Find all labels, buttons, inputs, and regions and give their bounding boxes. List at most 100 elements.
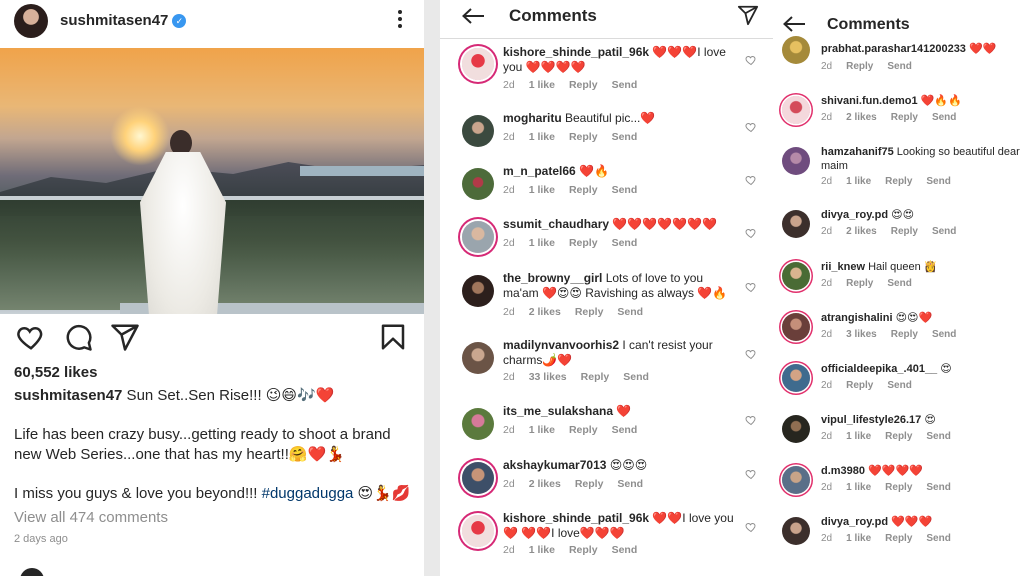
like-heart-icon[interactable] — [745, 348, 757, 360]
comment-likes[interactable]: 1 like — [846, 176, 871, 187]
send-button[interactable]: Send — [926, 176, 950, 187]
share-icon[interactable] — [110, 322, 140, 352]
comment-username[interactable]: rii_knew — [821, 261, 865, 273]
more-options-icon[interactable] — [395, 8, 405, 32]
comment-likes[interactable]: 2 likes — [846, 226, 877, 237]
comment-likes[interactable]: 1 like — [529, 79, 555, 91]
send-button[interactable]: Send — [612, 424, 638, 436]
send-button[interactable]: Send — [932, 112, 956, 123]
avatar[interactable] — [462, 462, 494, 494]
comment-likes[interactable]: 2 likes — [529, 478, 561, 490]
send-button[interactable]: Send — [612, 237, 638, 249]
reply-button[interactable]: Reply — [846, 380, 873, 391]
avatar[interactable] — [782, 364, 810, 392]
avatar[interactable] — [782, 262, 810, 290]
comment-likes[interactable]: 1 like — [529, 184, 555, 196]
comment-username[interactable]: kishore_shinde_patil_96k — [503, 45, 649, 59]
reply-button[interactable]: Reply — [885, 482, 912, 493]
post-username[interactable]: sushmitasen47 ✓ — [60, 12, 187, 29]
reply-button[interactable]: Reply — [569, 544, 598, 556]
username-label[interactable]: sushmitasen47 — [60, 12, 168, 29]
heart-icon[interactable] — [16, 322, 46, 352]
reply-button[interactable]: Reply — [885, 176, 912, 187]
hashtag-link[interactable]: #duggadugga — [262, 485, 354, 502]
reply-button[interactable]: Reply — [885, 431, 912, 442]
avatar[interactable] — [782, 96, 810, 124]
send-button[interactable]: Send — [623, 371, 649, 383]
reply-button[interactable]: Reply — [569, 184, 598, 196]
avatar[interactable] — [14, 4, 48, 38]
like-heart-icon[interactable] — [745, 54, 757, 66]
comment-likes[interactable]: 1 like — [529, 544, 555, 556]
avatar[interactable] — [782, 210, 810, 238]
send-button[interactable]: Send — [612, 79, 638, 91]
comment-likes[interactable]: 33 likes — [529, 371, 567, 383]
like-heart-icon[interactable] — [745, 121, 757, 133]
send-button[interactable]: Send — [887, 61, 911, 72]
likes-count[interactable]: 60,552 likes — [14, 364, 97, 381]
comment-likes[interactable]: 1 like — [846, 482, 871, 493]
reply-button[interactable]: Reply — [846, 278, 873, 289]
comment-username[interactable]: akshaykumar7013 — [503, 458, 606, 472]
avatar[interactable] — [782, 415, 810, 443]
back-arrow-icon[interactable] — [781, 14, 807, 34]
like-heart-icon[interactable] — [745, 468, 757, 480]
back-arrow-icon[interactable] — [460, 6, 486, 26]
avatar[interactable] — [462, 342, 494, 374]
like-heart-icon[interactable] — [745, 174, 757, 186]
comment-likes[interactable]: 1 like — [529, 424, 555, 436]
reply-button[interactable]: Reply — [891, 226, 918, 237]
comment-likes[interactable]: 1 like — [846, 431, 871, 442]
comment-username[interactable]: ssumit_chaudhary — [503, 217, 609, 231]
comment-icon[interactable] — [63, 322, 93, 352]
avatar[interactable] — [462, 275, 494, 307]
reply-button[interactable]: Reply — [891, 112, 918, 123]
comment-likes[interactable]: 1 like — [846, 533, 871, 544]
comment-username[interactable]: madilynvanvoorhis2 — [503, 338, 619, 352]
avatar[interactable] — [462, 408, 494, 440]
avatar[interactable] — [782, 313, 810, 341]
comment-username[interactable]: m_n_patel66 — [503, 164, 576, 178]
reply-button[interactable]: Reply — [575, 478, 604, 490]
reply-button[interactable]: Reply — [569, 237, 598, 249]
send-button[interactable]: Send — [887, 380, 911, 391]
send-button[interactable]: Send — [612, 131, 638, 143]
comment-username[interactable]: the_browny__girl — [503, 271, 602, 285]
send-button[interactable]: Send — [617, 478, 643, 490]
avatar[interactable] — [462, 221, 494, 253]
reply-button[interactable]: Reply — [575, 306, 604, 318]
like-heart-icon[interactable] — [745, 521, 757, 533]
avatar[interactable] — [782, 147, 810, 175]
avatar[interactable] — [782, 36, 810, 64]
comment-username[interactable]: prabhat.parashar141200233 — [821, 43, 966, 55]
send-button[interactable]: Send — [887, 278, 911, 289]
send-button[interactable]: Send — [932, 329, 956, 340]
avatar[interactable] — [462, 168, 494, 200]
send-button[interactable]: Send — [617, 306, 643, 318]
direct-message-icon[interactable] — [737, 4, 759, 26]
next-post-avatar[interactable] — [20, 568, 44, 576]
comment-username[interactable]: its_me_sulakshana — [503, 404, 613, 418]
send-button[interactable]: Send — [926, 533, 950, 544]
comment-likes[interactable]: 1 like — [529, 131, 555, 143]
comment-username[interactable]: divya_roy.pd — [821, 209, 888, 221]
comment-username[interactable]: vipul_lifestyle26.17 — [821, 414, 921, 426]
view-all-comments-link[interactable]: View all 474 comments — [14, 509, 168, 526]
like-heart-icon[interactable] — [745, 281, 757, 293]
reply-button[interactable]: Reply — [569, 424, 598, 436]
like-heart-icon[interactable] — [745, 227, 757, 239]
reply-button[interactable]: Reply — [846, 61, 873, 72]
reply-button[interactable]: Reply — [885, 533, 912, 544]
bookmark-icon[interactable] — [378, 322, 408, 352]
comment-likes[interactable]: 1 like — [529, 237, 555, 249]
comment-username[interactable]: shivani.fun.demo1 — [821, 95, 918, 107]
send-button[interactable]: Send — [612, 544, 638, 556]
comment-username[interactable]: hamzahanif75 — [821, 146, 894, 158]
comment-username[interactable]: atrangishalini — [821, 312, 893, 324]
send-button[interactable]: Send — [932, 226, 956, 237]
like-heart-icon[interactable] — [745, 414, 757, 426]
avatar[interactable] — [462, 48, 494, 80]
avatar[interactable] — [462, 115, 494, 147]
reply-button[interactable]: Reply — [569, 131, 598, 143]
reply-button[interactable]: Reply — [569, 79, 598, 91]
